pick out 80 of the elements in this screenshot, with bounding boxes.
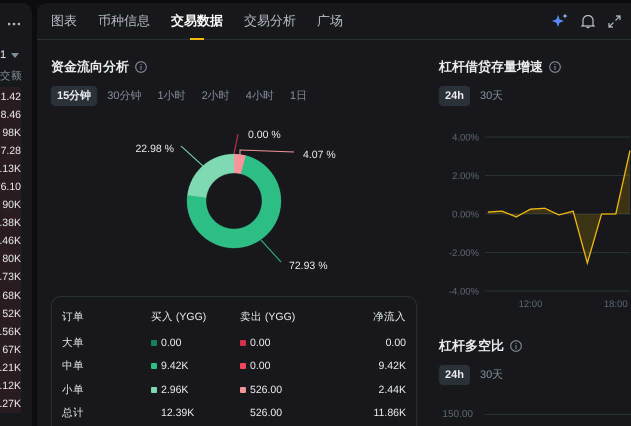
tab[interactable]: 交易数据 <box>171 3 223 39</box>
period-tab[interactable]: 24h <box>439 86 470 106</box>
period-tab[interactable]: 1日 <box>284 86 313 106</box>
table-cell: 12.39K <box>161 407 194 420</box>
volume-value: .46K <box>0 234 21 250</box>
column-header: 订单 <box>62 310 85 324</box>
tab[interactable]: 交易分析 <box>244 3 296 39</box>
period-tab[interactable]: 4小时 <box>240 86 280 106</box>
notification-bell-icon[interactable] <box>581 14 595 28</box>
tab[interactable]: 币种信息 <box>98 3 150 39</box>
table-cell: 0.00 <box>250 336 270 349</box>
table-cell: 9.42K <box>161 360 188 372</box>
column-header: 卖出 (YGG) <box>240 310 296 324</box>
table-cell: 11.86K <box>374 407 406 420</box>
order-type: 小单 <box>62 382 85 397</box>
leader-line <box>180 146 204 166</box>
value-label: 72.93 % <box>289 260 328 272</box>
volume-value: .13K <box>0 162 21 178</box>
tab[interactable]: 图表 <box>51 3 77 39</box>
column-header: 交额 <box>0 69 22 83</box>
period-tab[interactable]: 1小时 <box>152 86 192 106</box>
section-title: 杠杆借贷存量增速 <box>439 58 543 76</box>
caret-icon <box>11 52 20 58</box>
order-type: 中单 <box>62 359 85 374</box>
volume-value: 8.46 <box>0 108 21 124</box>
volume-value: 67K <box>2 342 21 358</box>
y-tick-label: 4.00% <box>452 132 479 144</box>
table-cell: 2.44K <box>378 384 406 396</box>
table-cell: 526.00 <box>250 407 282 420</box>
table-cell: 526.00 <box>250 384 282 396</box>
volume-value: .38K <box>0 216 21 232</box>
table-cell: 2.96K <box>161 384 188 396</box>
section-title: 杠杆多空比 <box>439 337 504 355</box>
period-tab[interactable]: 30天 <box>474 365 510 385</box>
y-tick-label: 0.00% <box>452 210 479 220</box>
period-tab[interactable]: 24h <box>439 365 470 385</box>
volume-value: .73K <box>0 270 21 286</box>
table-cell: 0.00 <box>161 336 182 349</box>
value-label: 22.98 % <box>135 143 174 155</box>
x-tick-label: 12:00 <box>518 299 542 310</box>
volume-value: 90K <box>2 198 21 214</box>
dropdown-value[interactable]: 1 <box>0 49 6 61</box>
x-tick-label: 18:00 <box>604 299 628 310</box>
info-icon <box>135 61 147 73</box>
sparkle-icon[interactable] <box>552 13 568 29</box>
order-type: 总计 <box>62 406 85 420</box>
column-header: 买入 (YGG) <box>151 310 208 324</box>
info-icon <box>510 340 522 352</box>
table-cell: 0.00 <box>386 336 406 349</box>
table-cell: 0.00 <box>250 360 270 372</box>
column-header: 净流入 <box>373 310 406 324</box>
volume-value: 52K <box>2 306 21 322</box>
volume-value: .21K <box>0 360 21 376</box>
volume-value: 98K <box>2 126 21 142</box>
volume-value: 80K <box>2 252 21 268</box>
y-tick-label: -4.00% <box>448 286 479 298</box>
volume-value: 7.28 <box>0 144 21 160</box>
period-tab[interactable]: 30分钟 <box>101 86 148 106</box>
leader-line <box>260 240 282 262</box>
table-cell: 9.42K <box>378 360 406 372</box>
volume-value: 68K <box>2 288 21 304</box>
volume-value: .27K <box>0 396 21 412</box>
y-tick-label: 2.00% <box>452 171 479 182</box>
volume-value: 1.42 <box>0 90 21 105</box>
expand-icon[interactable] <box>608 14 621 28</box>
more-icon[interactable] <box>8 22 20 26</box>
volume-value: 6.10 <box>0 180 21 196</box>
period-tab[interactable]: 30天 <box>474 86 510 106</box>
tab[interactable]: 广场 <box>317 3 343 39</box>
y-tick-label: -2.00% <box>448 248 479 259</box>
info-icon <box>549 61 561 73</box>
section-title: 资金流向分析 <box>51 58 129 76</box>
volume-value: .56K <box>0 324 21 340</box>
value-label: 0.00 % <box>248 129 281 141</box>
volume-value: .12K <box>0 378 21 394</box>
period-tab[interactable]: 15分钟 <box>51 86 98 106</box>
axis-label: 150.00 <box>441 409 473 420</box>
order-type: 大单 <box>62 336 85 350</box>
value-label: 4.07 % <box>303 149 336 161</box>
period-tab[interactable]: 2小时 <box>196 86 236 106</box>
